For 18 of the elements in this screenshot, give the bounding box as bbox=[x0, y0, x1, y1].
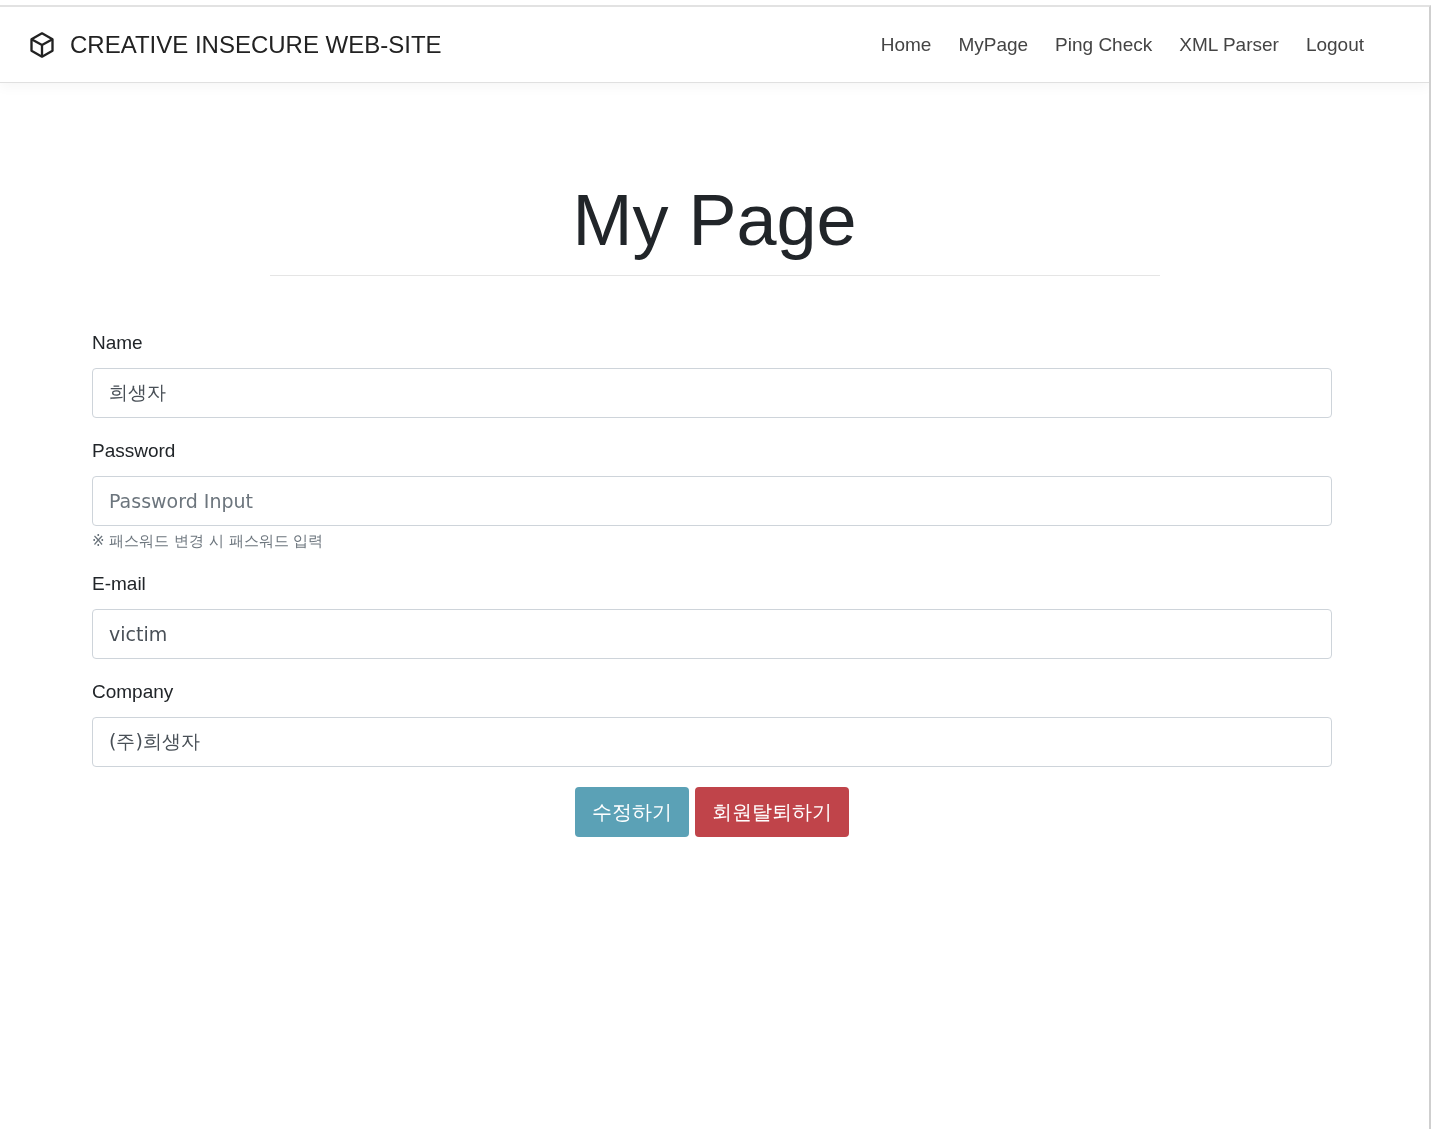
nav-link[interactable]: Home bbox=[880, 33, 932, 56]
field-label: Password bbox=[92, 440, 177, 462]
site-title: CREATIVE INSECURE WEB-SITE bbox=[70, 30, 442, 59]
field-label: Name bbox=[92, 332, 144, 354]
nav-link[interactable]: Logout bbox=[1305, 33, 1364, 56]
nav-link[interactable]: MyPage bbox=[958, 33, 1029, 56]
cube-icon bbox=[28, 29, 56, 60]
field-label: E-mail bbox=[92, 573, 147, 595]
help-text: ※ 패스워드 변경 시 패스워드 입력 bbox=[92, 532, 325, 551]
nav-link[interactable]: Ping Check bbox=[1055, 33, 1153, 56]
input-field[interactable]: victim bbox=[92, 609, 1332, 659]
nav-link[interactable]: XML Parser bbox=[1179, 33, 1279, 56]
field-label: Company bbox=[92, 681, 175, 703]
input-field[interactable]: Password Input bbox=[92, 476, 1332, 526]
delete-account-button[interactable]: 회원탈퇴하기 bbox=[695, 787, 849, 837]
input-field[interactable]: (주)희생자 bbox=[92, 717, 1332, 767]
input-field[interactable]: 희생자 bbox=[92, 368, 1332, 418]
page-heading: My Page bbox=[571, 179, 858, 261]
